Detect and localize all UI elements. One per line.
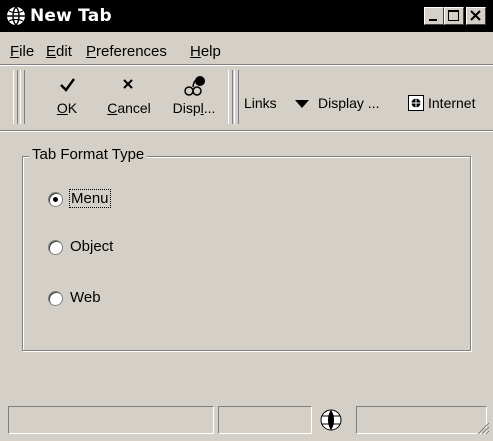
ok-label: K [67, 100, 78, 116]
display-label-lead: Disp [172, 100, 201, 116]
check-icon [60, 78, 75, 92]
status-cell-3 [356, 406, 487, 434]
display-label-rest: ... [203, 100, 216, 116]
menu-help-label: elp [200, 43, 221, 60]
radio-web-label: Web [70, 289, 101, 306]
menu-file-label: ile [19, 43, 35, 60]
menu-edit-label: dit [56, 43, 72, 60]
menu-bar: File Edit Preferences Help [0, 33, 493, 63]
radio-object-label: Object [70, 238, 114, 255]
menu-preferences-mnemonic: P [86, 43, 97, 60]
menu-help-mnemonic: H [190, 43, 201, 60]
resize-grip-icon[interactable] [476, 421, 490, 435]
cancel-x-icon [123, 79, 133, 89]
cancel-label: ancel [117, 100, 151, 116]
maximize-icon [448, 10, 459, 21]
menu-help[interactable]: Help [190, 43, 221, 60]
menu-preferences-label: references [96, 43, 167, 60]
ok-button[interactable]: OK [52, 68, 82, 126]
dropdown-arrow-icon[interactable] [294, 99, 310, 109]
menu-edit[interactable]: Edit [46, 43, 72, 60]
title-bar[interactable]: New Tab [0, 0, 493, 32]
links-label: Links [244, 95, 277, 111]
toolbar: OK Cancel Displ... Links Display ... Int… [0, 65, 493, 129]
close-button[interactable] [466, 7, 486, 25]
status-globe-icon [320, 409, 342, 431]
window-title: New Tab [30, 6, 112, 26]
status-cell-2 [218, 406, 312, 434]
display-button[interactable]: Displ... [164, 68, 224, 126]
radio-menu[interactable] [48, 192, 63, 207]
menu-file[interactable]: File [10, 43, 34, 60]
cancel-button[interactable]: Cancel [103, 68, 155, 126]
display-menu-link[interactable]: Display ... [318, 95, 379, 111]
radio-object[interactable] [48, 240, 63, 255]
internet-link[interactable]: Internet [428, 95, 475, 111]
radio-menu-label: Menu [69, 189, 111, 208]
group-title: Tab Format Type [29, 146, 148, 163]
menu-preferences[interactable]: Preferences [86, 43, 167, 60]
minimize-button[interactable] [424, 7, 444, 25]
cancel-mnemonic: C [107, 100, 118, 116]
internet-page-icon [408, 95, 424, 111]
maximize-button[interactable] [444, 7, 464, 25]
radio-web[interactable] [48, 291, 63, 306]
globe-icon [7, 6, 25, 26]
menu-file-mnemonic: F [10, 43, 20, 60]
toolbar-grip-4 [234, 70, 239, 124]
menu-edit-mnemonic: E [46, 43, 57, 60]
close-icon [470, 10, 481, 21]
status-cell-1 [8, 406, 214, 434]
display-glasses-icon [184, 76, 205, 96]
toolbar-grip-2 [20, 70, 25, 124]
toolbar-grip[interactable] [13, 70, 18, 124]
toolbar-divider [0, 130, 493, 132]
ok-mnemonic: O [56, 100, 68, 116]
minimize-icon [429, 19, 437, 21]
toolbar-grip-3[interactable] [228, 70, 233, 124]
